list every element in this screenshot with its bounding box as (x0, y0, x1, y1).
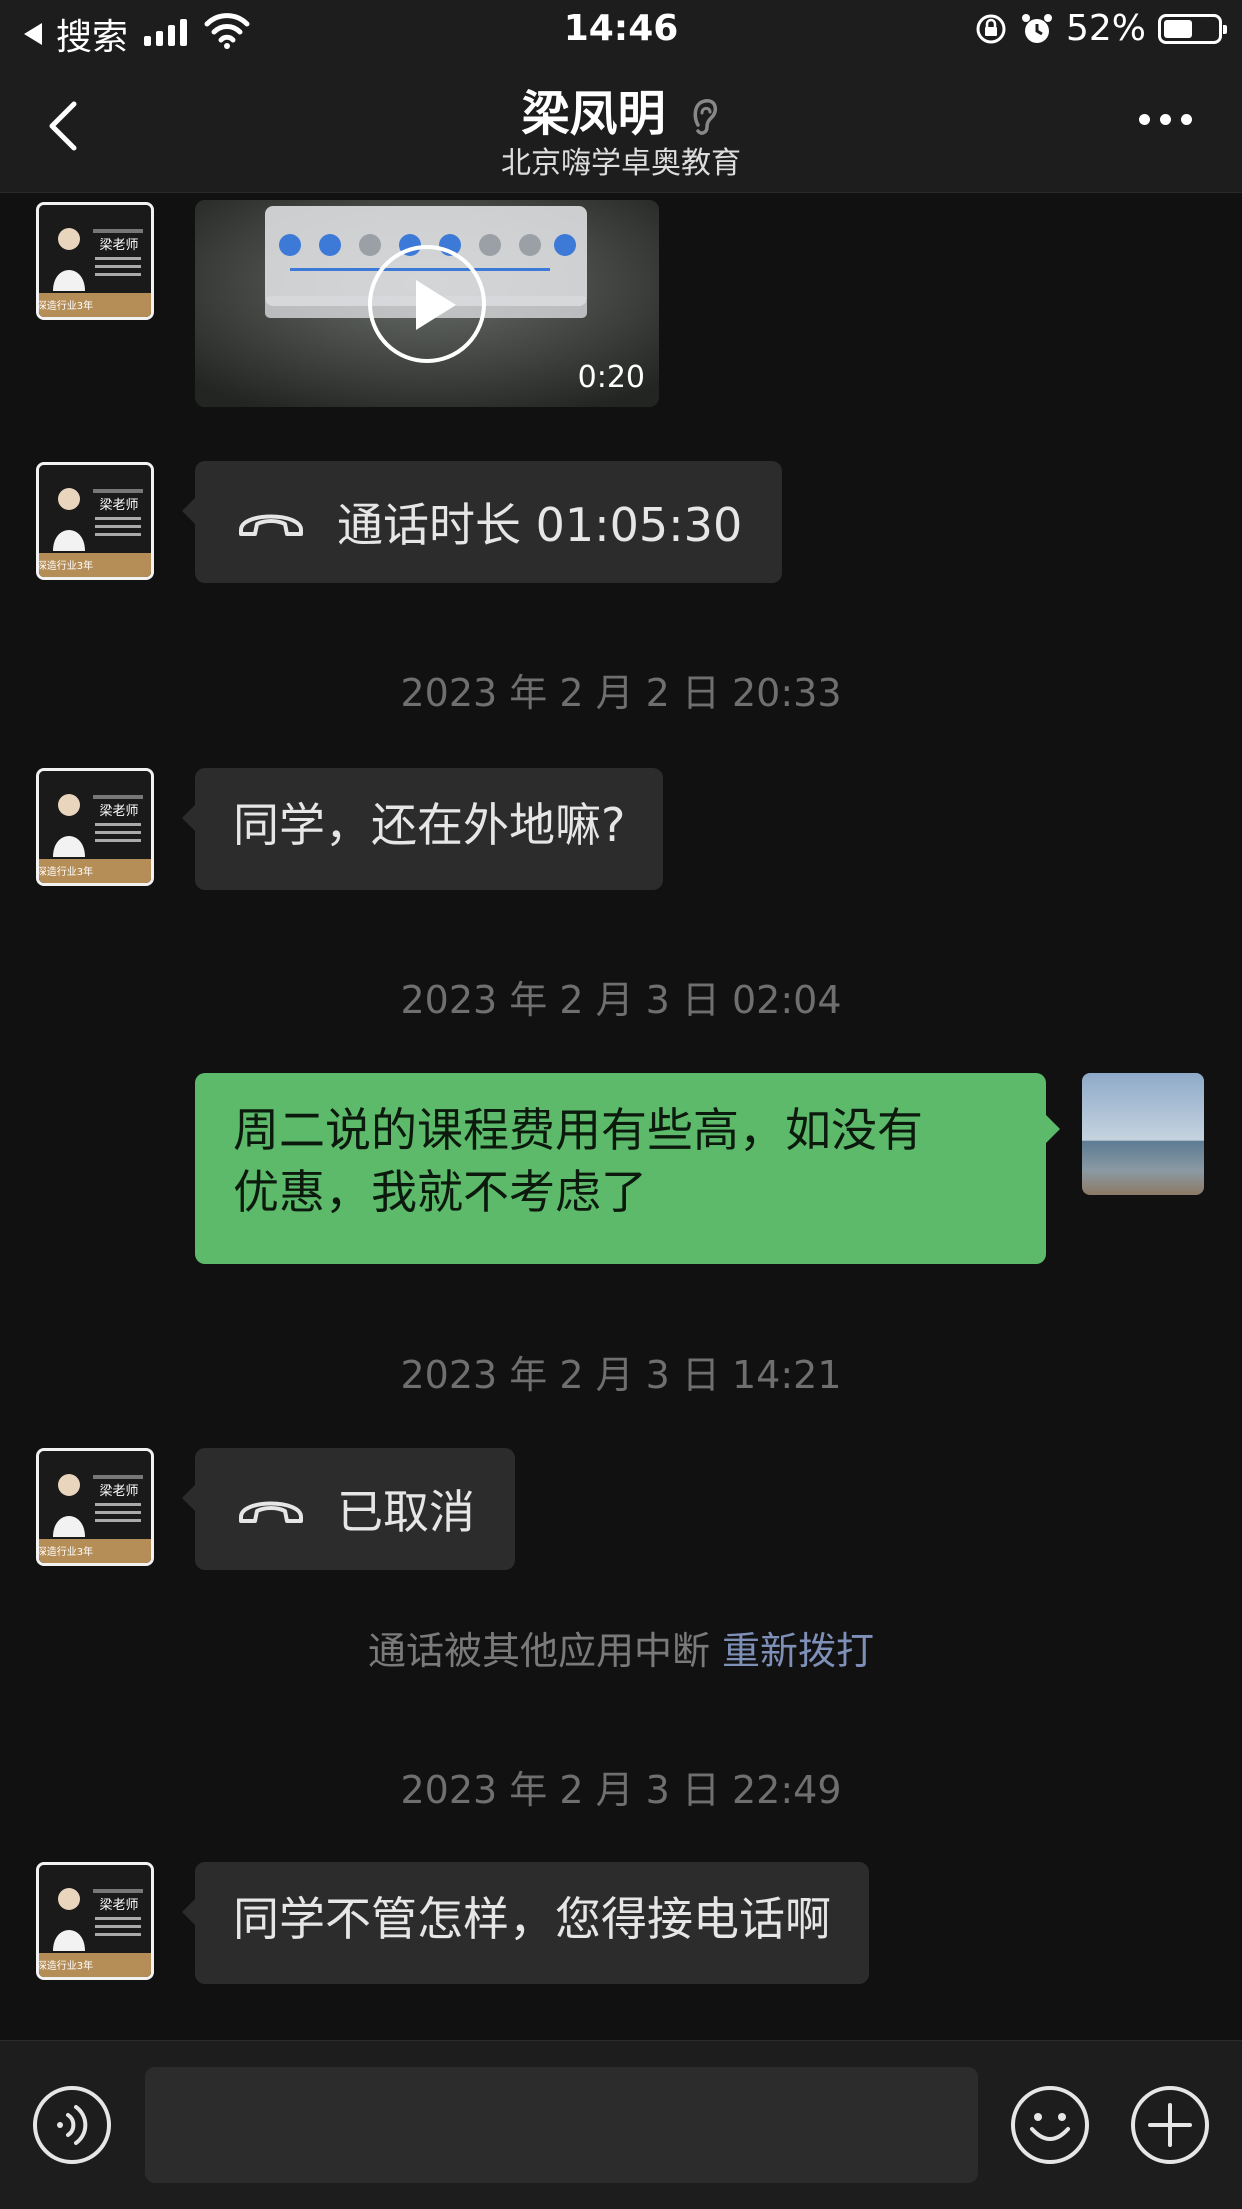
alarm-icon (1021, 13, 1052, 43)
self-avatar[interactable] (1082, 1073, 1204, 1195)
poster-footer: 深造行业3年 (39, 865, 93, 878)
poster-title: 梁老师 (99, 498, 138, 513)
message-text-line: 优惠，我就不考虑了 (233, 1165, 647, 1219)
video-message[interactable]: 0:20 (195, 200, 659, 407)
contact-avatar[interactable]: 梁老师 深造行业3年 (36, 768, 154, 886)
plus-icon[interactable] (1130, 2085, 1210, 2165)
call-duration-text: 通话时长 01:05:30 (337, 498, 743, 552)
system-message-text: 通话被其他应用中断 (367, 1629, 710, 1673)
poster-title: 梁老师 (99, 804, 138, 819)
sent-message-bubble[interactable]: 周二说的课程费用有些高，如没有 优惠，我就不考虑了 (195, 1073, 1060, 1264)
timestamp: 2023 年 2 月 2 日 20:33 (400, 671, 842, 715)
play-icon[interactable] (368, 245, 486, 363)
poster-footer: 深造行业3年 (39, 559, 93, 572)
more-icon[interactable] (1139, 114, 1192, 125)
lock-rotation-icon (976, 14, 1006, 43)
poster-footer: 深造行业3年 (39, 299, 93, 312)
contact-name: 梁凤明 (521, 86, 666, 142)
message-input[interactable] (145, 2067, 978, 2183)
message-text-line: 周二说的课程费用有些高，如没有 (233, 1103, 923, 1157)
poster-title: 梁老师 (99, 238, 138, 253)
input-bar (0, 2040, 1242, 2209)
contact-avatar[interactable]: 梁老师 深造行业3年 (36, 202, 154, 320)
message-bubble[interactable]: 同学不管怎样，您得接电话啊 (182, 1862, 869, 1984)
redial-link[interactable]: 重新拨打 (722, 1629, 874, 1673)
chat-header: 梁凤明 北京嗨学卓奥教育 (0, 62, 1242, 193)
timestamp: 2023 年 2 月 3 日 22:49 (400, 1768, 842, 1812)
battery-percent: 52% (1065, 8, 1146, 49)
contact-avatar[interactable]: 梁老师 深造行业3年 (36, 1448, 154, 1566)
message-text: 同学不管怎样，您得接电话啊 (233, 1892, 831, 1946)
timestamp: 2023 年 2 月 3 日 02:04 (400, 978, 842, 1022)
phone-icon (239, 514, 303, 536)
poster-footer: 深造行业3年 (39, 1545, 93, 1558)
timestamp: 2023 年 2 月 3 日 14:21 (400, 1353, 842, 1397)
call-record-bubble[interactable]: 通话时长 01:05:30 (181, 461, 783, 583)
battery-icon (1158, 13, 1227, 44)
message-bubble[interactable]: 同学，还在外地嘛? (181, 768, 664, 890)
ear-icon (693, 99, 718, 135)
call-record-bubble[interactable]: 已取消 (182, 1448, 515, 1570)
system-message: 通话被其他应用中断 重新拨打 (0, 1620, 1242, 1675)
poster-footer: 深造行业3年 (39, 1959, 93, 1972)
video-duration: 0:20 (577, 360, 645, 395)
contact-avatar[interactable]: 梁老师 深造行业3年 (36, 462, 154, 580)
poster-title: 梁老师 (99, 1898, 138, 1913)
contact-org: 北京嗨学卓奥教育 (501, 146, 741, 181)
emoji-icon[interactable] (1010, 2085, 1090, 2165)
contact-avatar[interactable]: 梁老师 深造行业3年 (36, 1862, 154, 1980)
phone-icon (239, 1501, 303, 1523)
status-bar: 搜索 14:46 52% (0, 0, 1242, 62)
message-text: 同学，还在外地嘛? (233, 798, 626, 852)
call-status-text: 已取消 (337, 1485, 475, 1539)
poster-title: 梁老师 (99, 1484, 138, 1499)
chat-title[interactable]: 梁凤明 (0, 74, 1242, 144)
voice-icon[interactable] (32, 2085, 112, 2165)
